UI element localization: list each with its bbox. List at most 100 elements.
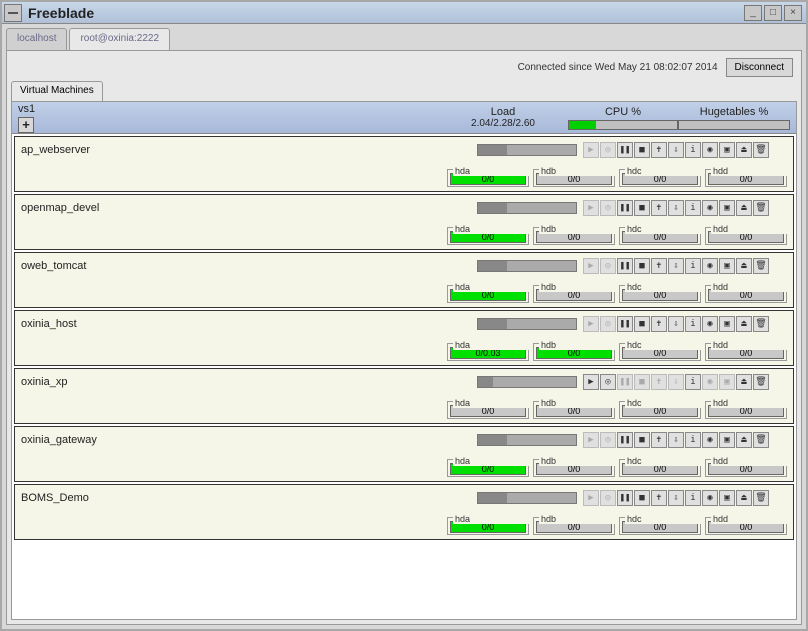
stop-icon[interactable]: ■ bbox=[634, 200, 650, 216]
shutdown-icon[interactable]: ✝ bbox=[651, 142, 667, 158]
delete-icon[interactable]: 🗑 bbox=[753, 142, 769, 158]
record-icon[interactable]: ◎ bbox=[600, 142, 616, 158]
eject-icon[interactable]: ⏏ bbox=[736, 432, 752, 448]
eject-icon[interactable]: ⏏ bbox=[736, 258, 752, 274]
record-icon[interactable]: ◎ bbox=[600, 316, 616, 332]
vm-row: BOMS_Demo▶◎❚❚■✝⇩i◉▣⏏🗑hda0/0hdb0/0hdc0/0h… bbox=[14, 484, 794, 540]
play-icon[interactable]: ▶ bbox=[583, 200, 599, 216]
shutdown-icon[interactable]: ✝ bbox=[651, 374, 667, 390]
snapshot-icon[interactable]: ⇩ bbox=[668, 316, 684, 332]
disk-hdc: hdc0/0 bbox=[619, 337, 701, 361]
shutdown-icon[interactable]: ✝ bbox=[651, 258, 667, 274]
eject-icon[interactable]: ⏏ bbox=[736, 374, 752, 390]
pause-icon[interactable]: ❚❚ bbox=[617, 432, 633, 448]
stop-icon[interactable]: ■ bbox=[634, 142, 650, 158]
info-icon[interactable]: i bbox=[685, 316, 701, 332]
play-icon[interactable]: ▶ bbox=[583, 432, 599, 448]
vm-name: BOMS_Demo bbox=[17, 492, 477, 504]
disk-hdd: hdd0/0 bbox=[705, 453, 787, 477]
tab-remote[interactable]: root@oxinia:2222 bbox=[69, 28, 170, 50]
pause-icon[interactable]: ❚❚ bbox=[617, 374, 633, 390]
system-menu-icon[interactable] bbox=[4, 4, 22, 22]
disconnect-button[interactable]: Disconnect bbox=[726, 58, 793, 77]
console-icon[interactable]: ▣ bbox=[719, 258, 735, 274]
delete-icon[interactable]: 🗑 bbox=[753, 490, 769, 506]
delete-icon[interactable]: 🗑 bbox=[753, 316, 769, 332]
play-icon[interactable]: ▶ bbox=[583, 258, 599, 274]
info-icon[interactable]: i bbox=[685, 374, 701, 390]
tab-localhost[interactable]: localhost bbox=[6, 28, 67, 50]
close-button[interactable]: × bbox=[784, 5, 802, 21]
stop-icon[interactable]: ■ bbox=[634, 316, 650, 332]
console-icon[interactable]: ▣ bbox=[719, 316, 735, 332]
stop-icon[interactable]: ■ bbox=[634, 374, 650, 390]
console-icon[interactable]: ▣ bbox=[719, 374, 735, 390]
snapshot-icon[interactable]: ⇩ bbox=[668, 258, 684, 274]
load-value: 2.04/2.28/2.60 bbox=[438, 118, 568, 129]
minimize-button[interactable]: _ bbox=[744, 5, 762, 21]
delete-icon[interactable]: 🗑 bbox=[753, 258, 769, 274]
console-icon[interactable]: ▣ bbox=[719, 142, 735, 158]
console-icon[interactable]: ▣ bbox=[719, 490, 735, 506]
shutdown-icon[interactable]: ✝ bbox=[651, 200, 667, 216]
info-icon[interactable]: i bbox=[685, 200, 701, 216]
info-icon[interactable]: i bbox=[685, 258, 701, 274]
pause-icon[interactable]: ❚❚ bbox=[617, 258, 633, 274]
record-icon[interactable]: ◎ bbox=[600, 374, 616, 390]
target-icon[interactable]: ◉ bbox=[702, 490, 718, 506]
pause-icon[interactable]: ❚❚ bbox=[617, 142, 633, 158]
record-icon[interactable]: ◎ bbox=[600, 200, 616, 216]
tab-virtual-machines[interactable]: Virtual Machines bbox=[11, 81, 103, 101]
stop-icon[interactable]: ■ bbox=[634, 432, 650, 448]
target-icon[interactable]: ◉ bbox=[702, 200, 718, 216]
disk-label: hda bbox=[453, 224, 529, 234]
disk-label: hdc bbox=[625, 224, 701, 234]
disk-label: hdc bbox=[625, 166, 701, 176]
eject-icon[interactable]: ⏏ bbox=[736, 490, 752, 506]
info-icon[interactable]: i bbox=[685, 142, 701, 158]
disk-hdd: hdd0/0 bbox=[705, 337, 787, 361]
console-icon[interactable]: ▣ bbox=[719, 432, 735, 448]
play-icon[interactable]: ▶ bbox=[583, 316, 599, 332]
snapshot-icon[interactable]: ⇩ bbox=[668, 200, 684, 216]
record-icon[interactable]: ◎ bbox=[600, 258, 616, 274]
target-icon[interactable]: ◉ bbox=[702, 316, 718, 332]
delete-icon[interactable]: 🗑 bbox=[753, 200, 769, 216]
maximize-button[interactable]: □ bbox=[764, 5, 782, 21]
record-icon[interactable]: ◎ bbox=[600, 432, 616, 448]
stop-icon[interactable]: ■ bbox=[634, 258, 650, 274]
vm-disks: hda0/0hdb0/0hdc0/0hdd0/0 bbox=[17, 219, 791, 247]
add-vm-button[interactable]: + bbox=[18, 117, 34, 133]
shutdown-icon[interactable]: ✝ bbox=[651, 490, 667, 506]
target-icon[interactable]: ◉ bbox=[702, 142, 718, 158]
console-icon[interactable]: ▣ bbox=[719, 200, 735, 216]
info-icon[interactable]: i bbox=[685, 490, 701, 506]
play-icon[interactable]: ▶ bbox=[583, 142, 599, 158]
pause-icon[interactable]: ❚❚ bbox=[617, 490, 633, 506]
info-icon[interactable]: i bbox=[685, 432, 701, 448]
snapshot-icon[interactable]: ⇩ bbox=[668, 490, 684, 506]
play-icon[interactable]: ▶ bbox=[583, 490, 599, 506]
record-icon[interactable]: ◎ bbox=[600, 490, 616, 506]
delete-icon[interactable]: 🗑 bbox=[753, 432, 769, 448]
target-icon[interactable]: ◉ bbox=[702, 432, 718, 448]
delete-icon[interactable]: 🗑 bbox=[753, 374, 769, 390]
snapshot-icon[interactable]: ⇩ bbox=[668, 374, 684, 390]
disk-label: hda bbox=[453, 398, 529, 408]
snapshot-icon[interactable]: ⇩ bbox=[668, 142, 684, 158]
eject-icon[interactable]: ⏏ bbox=[736, 316, 752, 332]
play-icon[interactable]: ▶ bbox=[583, 374, 599, 390]
client-area: localhost root@oxinia:2222 Connected sin… bbox=[2, 24, 806, 629]
snapshot-icon[interactable]: ⇩ bbox=[668, 432, 684, 448]
target-icon[interactable]: ◉ bbox=[702, 374, 718, 390]
eject-icon[interactable]: ⏏ bbox=[736, 142, 752, 158]
shutdown-icon[interactable]: ✝ bbox=[651, 432, 667, 448]
target-icon[interactable]: ◉ bbox=[702, 258, 718, 274]
vm-cpu-bar bbox=[477, 260, 577, 272]
pause-icon[interactable]: ❚❚ bbox=[617, 316, 633, 332]
stop-icon[interactable]: ■ bbox=[634, 490, 650, 506]
shutdown-icon[interactable]: ✝ bbox=[651, 316, 667, 332]
eject-icon[interactable]: ⏏ bbox=[736, 200, 752, 216]
pause-icon[interactable]: ❚❚ bbox=[617, 200, 633, 216]
disk-label: hdb bbox=[539, 514, 615, 524]
